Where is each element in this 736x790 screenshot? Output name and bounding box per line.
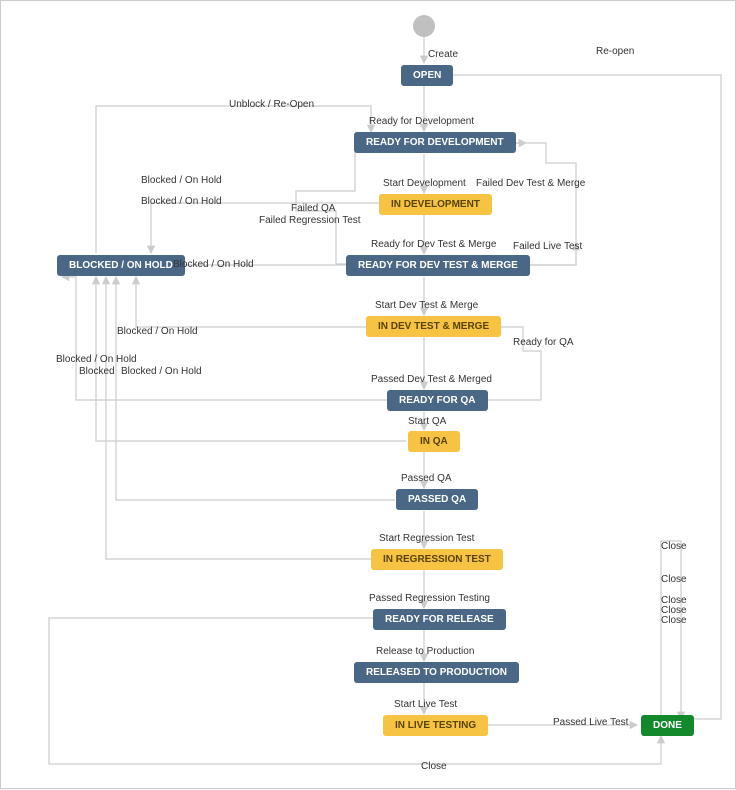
label-blocked-6: Blocked / On Hold bbox=[121, 366, 202, 377]
label-failed-live-test: Failed Live Test bbox=[513, 241, 582, 252]
label-passed-qa: Passed QA bbox=[401, 473, 452, 484]
state-in-qa[interactable]: IN QA bbox=[408, 431, 460, 452]
state-done[interactable]: DONE bbox=[641, 715, 694, 736]
label-create: Create bbox=[428, 49, 458, 60]
label-blocked-5: Blocked / On Hold bbox=[56, 354, 137, 365]
label-blocked-1: Blocked / On Hold bbox=[141, 175, 222, 186]
state-passed-qa[interactable]: PASSED QA bbox=[396, 489, 478, 510]
label-start-qa: Start QA bbox=[408, 416, 446, 427]
label-ready-for-dev: Ready for Development bbox=[369, 116, 474, 127]
state-released[interactable]: RELEASED TO PRODUCTION bbox=[354, 662, 519, 683]
state-blocked[interactable]: BLOCKED / ON HOLD bbox=[57, 255, 185, 276]
state-in-dev-test[interactable]: IN DEV TEST & MERGE bbox=[366, 316, 501, 337]
label-start-live: Start Live Test bbox=[394, 699, 457, 710]
label-failed-regression: Failed Regression Test bbox=[259, 215, 361, 226]
label-start-dev-test: Start Dev Test & Merge bbox=[375, 300, 478, 311]
label-ready-for-qa: Ready for QA bbox=[513, 337, 574, 348]
label-unblock-reopen: Unblock / Re-Open bbox=[229, 99, 314, 110]
state-ready-dev[interactable]: READY FOR DEVELOPMENT bbox=[354, 132, 516, 153]
state-ready-release[interactable]: READY FOR RELEASE bbox=[373, 609, 506, 630]
label-release-prod: Release to Production bbox=[376, 646, 474, 657]
label-ready-dev-test: Ready for Dev Test & Merge bbox=[371, 239, 496, 250]
label-failed-qa: Failed QA bbox=[291, 203, 335, 214]
label-blocked-7: Blocked bbox=[79, 366, 115, 377]
state-in-development[interactable]: IN DEVELOPMENT bbox=[379, 194, 492, 215]
label-passed-regression: Passed Regression Testing bbox=[369, 593, 490, 604]
label-passed-dev-test: Passed Dev Test & Merged bbox=[371, 374, 492, 385]
label-close-1: Close bbox=[661, 541, 687, 552]
label-close-bottom: Close bbox=[421, 761, 447, 772]
label-close-2: Close bbox=[661, 574, 687, 585]
label-start-dev: Start Development bbox=[383, 178, 466, 189]
label-blocked-2: Blocked / On Hold bbox=[141, 196, 222, 207]
label-reopen: Re-open bbox=[596, 46, 634, 57]
workflow-diagram: OPEN READY FOR DEVELOPMENT IN DEVELOPMEN… bbox=[0, 0, 736, 789]
label-failed-dev-test: Failed Dev Test & Merge bbox=[476, 178, 585, 189]
state-in-regression[interactable]: IN REGRESSION TEST bbox=[371, 549, 503, 570]
label-blocked-3: Blocked / On Hold bbox=[173, 259, 254, 270]
label-blocked-4: Blocked / On Hold bbox=[117, 326, 198, 337]
state-ready-dev-test[interactable]: READY FOR DEV TEST & MERGE bbox=[346, 255, 530, 276]
start-node bbox=[413, 15, 435, 37]
label-passed-live: Passed Live Test bbox=[553, 717, 628, 728]
label-start-regression: Start Regression Test bbox=[379, 533, 474, 544]
state-open[interactable]: OPEN bbox=[401, 65, 453, 86]
state-in-live[interactable]: IN LIVE TESTING bbox=[383, 715, 488, 736]
state-ready-qa[interactable]: READY FOR QA bbox=[387, 390, 488, 411]
label-close-5: Close bbox=[661, 615, 687, 626]
